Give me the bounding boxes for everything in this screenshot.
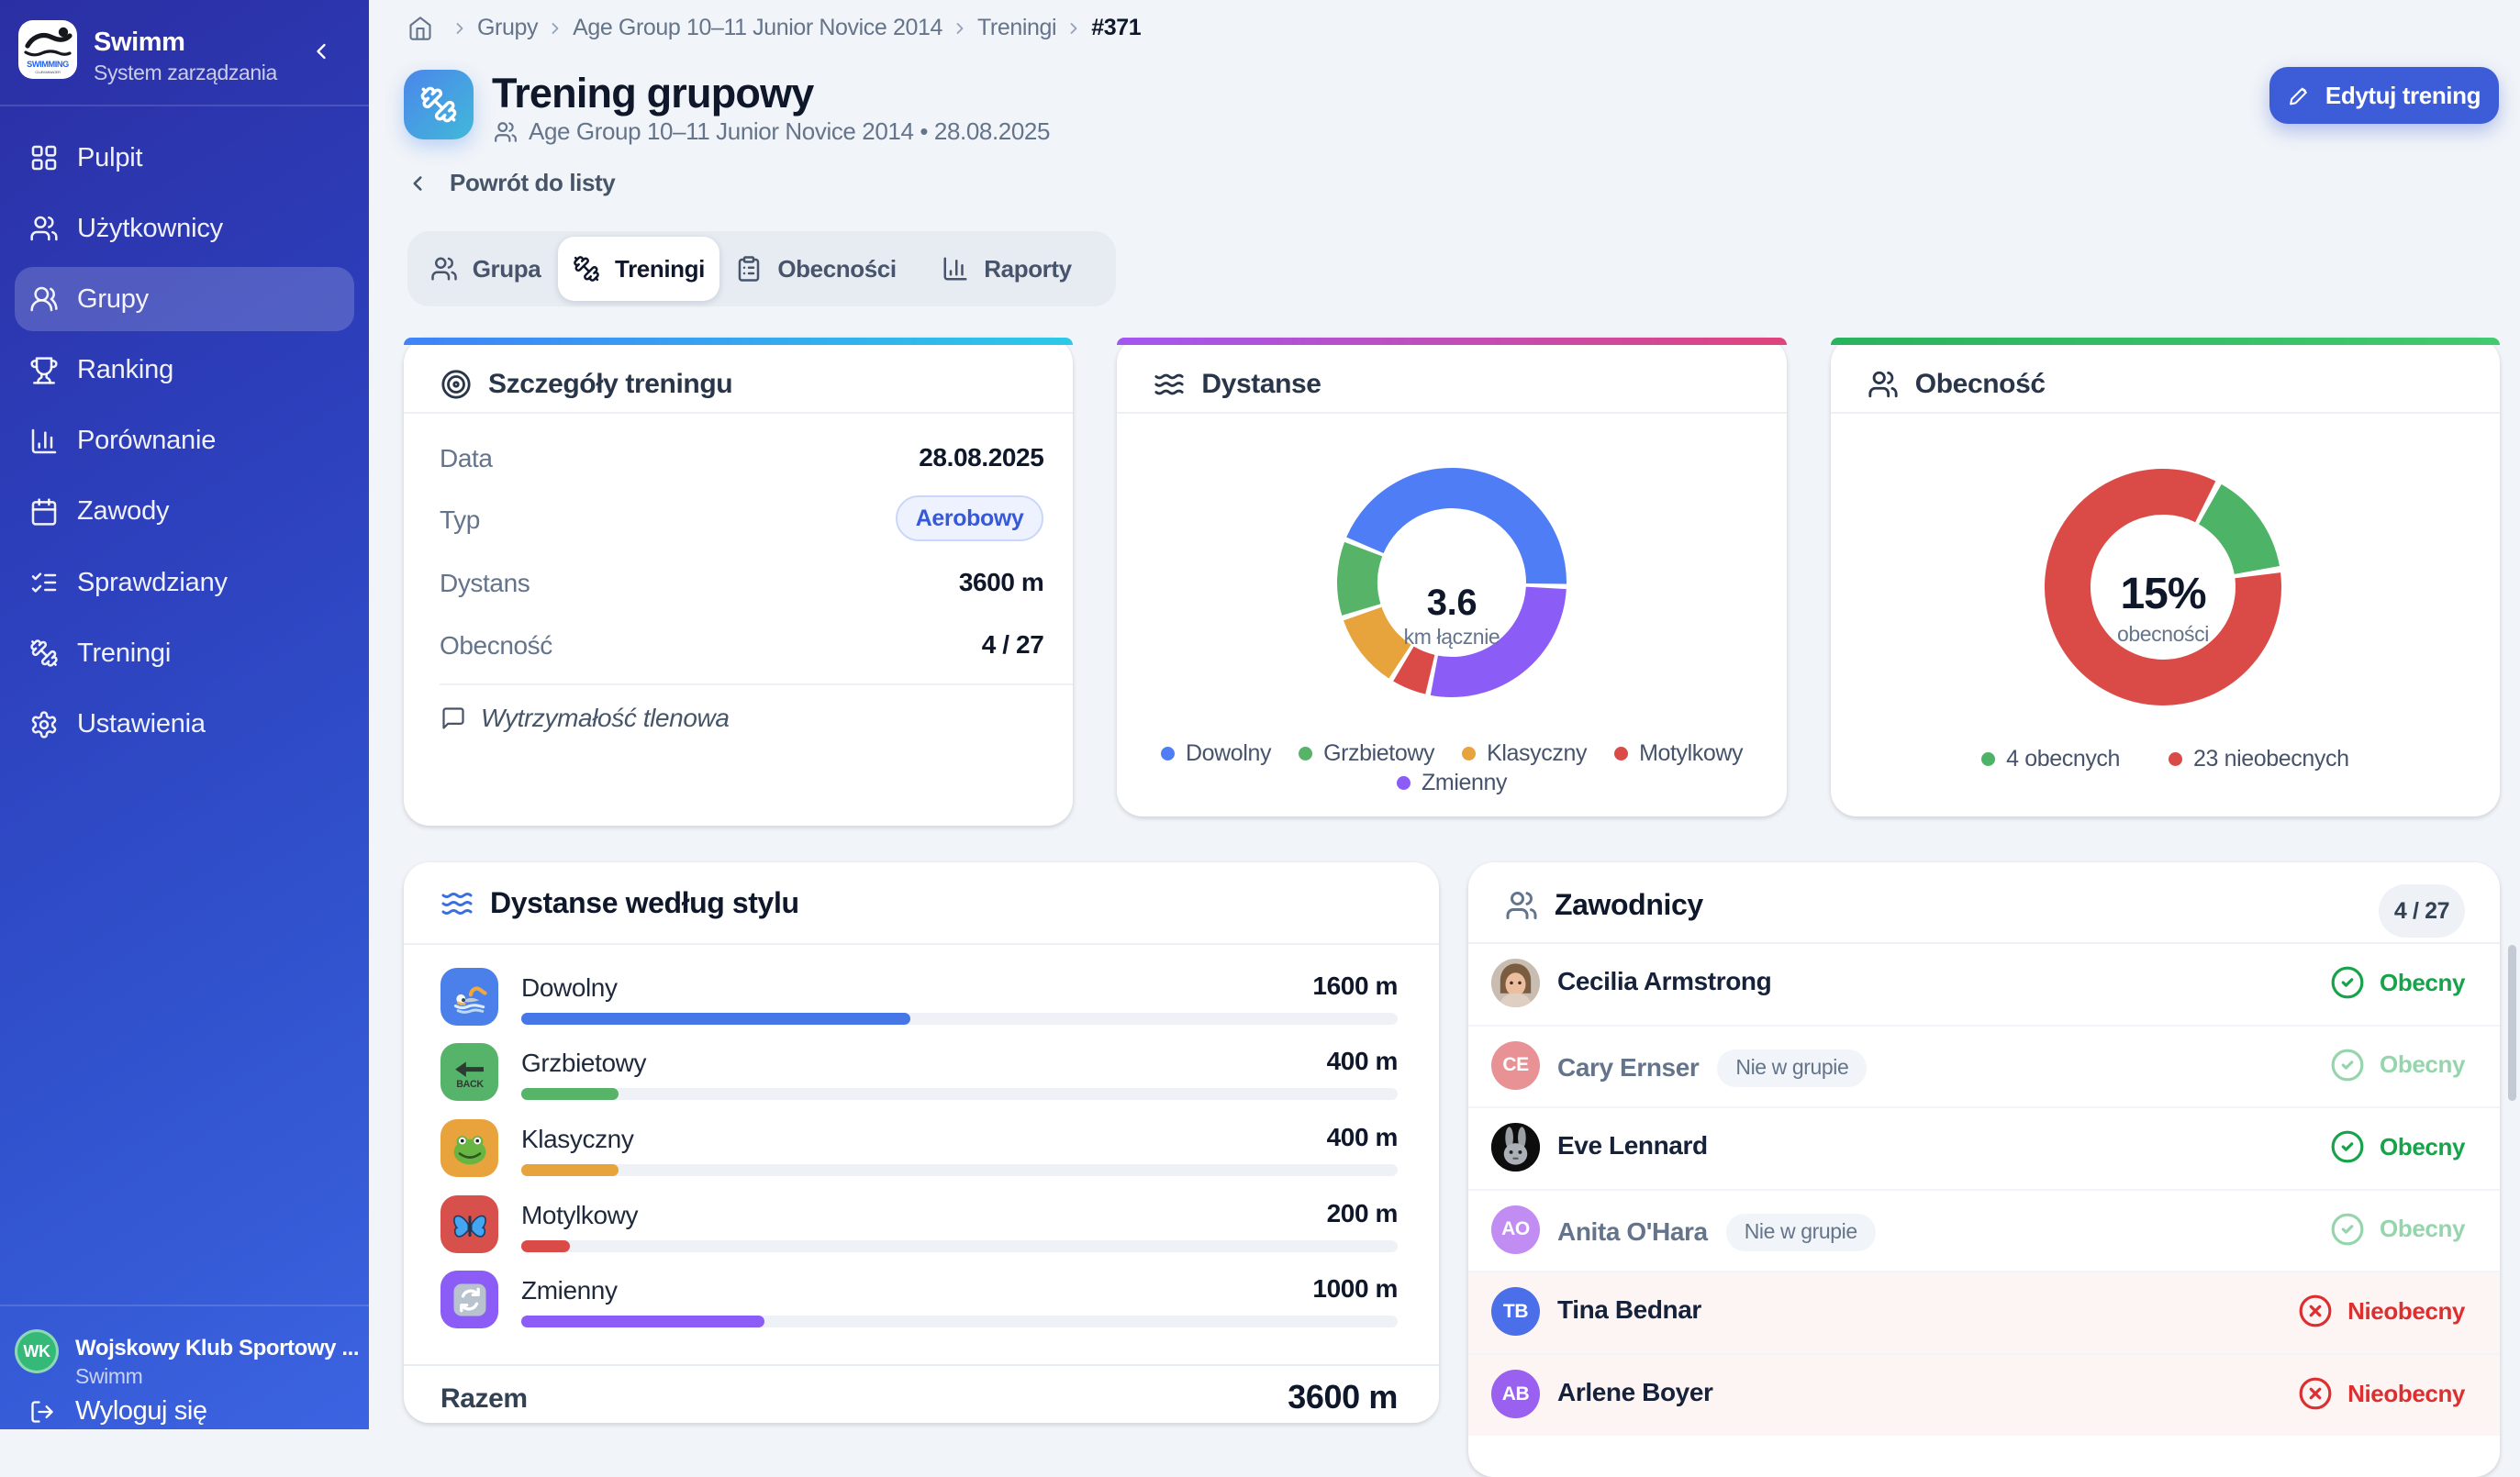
svg-text:CLUB MANAGER: CLUB MANAGER	[35, 70, 61, 74]
svg-text:SWIMMING: SWIMMING	[27, 60, 69, 69]
svg-text:BACK: BACK	[456, 1079, 484, 1090]
